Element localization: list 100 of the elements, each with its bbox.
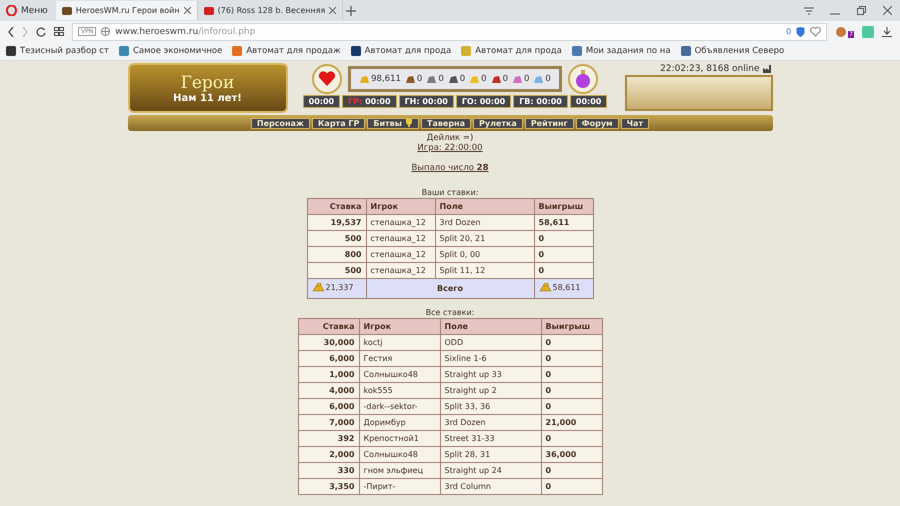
timer: 00:00 <box>302 95 340 108</box>
resource-amount: 0 <box>438 74 444 84</box>
table-cell: 392 <box>298 430 359 446</box>
table-cell: 36,000 <box>541 446 602 462</box>
resource-amount: 98,611 <box>371 74 401 84</box>
bookmark[interactable]: Автомат для продаж <box>232 46 341 56</box>
logo-title: Герои <box>180 72 234 92</box>
nav-button[interactable]: Таверна <box>420 118 471 128</box>
table-cell: 0 <box>541 366 602 382</box>
bookmark-icon <box>680 46 691 56</box>
resource-icon <box>533 74 544 84</box>
total-bet: 21,337 <box>326 282 354 294</box>
speed-dial-icon[interactable] <box>54 27 64 36</box>
table-cell: 4,000 <box>298 382 359 398</box>
blocked-count: 0 <box>786 27 792 36</box>
resource-amount: 0 <box>545 74 551 84</box>
nav-button[interactable]: Форум <box>576 118 619 128</box>
table-cell: 6,000 <box>298 350 359 366</box>
table-cell: Street 31-33 <box>440 430 541 446</box>
table-cell: 1,000 <box>298 366 359 382</box>
column-header: Игрок <box>366 198 435 214</box>
nav-button[interactable]: Битвы <box>367 118 419 128</box>
table-cell: 58,611 <box>534 214 593 230</box>
table-cell: степашка_12 <box>366 230 435 246</box>
close-icon[interactable] <box>882 6 892 15</box>
table-cell: 3rd Column <box>440 478 541 494</box>
nav-button[interactable]: Чат <box>620 118 650 128</box>
table-cell: 3rd Dozen <box>440 414 541 430</box>
timer: ГР: 00:00 <box>342 95 397 108</box>
health-button[interactable] <box>312 64 342 94</box>
bookmark-icon <box>572 46 582 56</box>
result-text: Выпало число 28 <box>411 163 489 173</box>
game-link[interactable]: Игра: 22:00:00 <box>417 143 483 153</box>
bookmark[interactable]: Самое экономичное <box>118 46 222 56</box>
extension-icon[interactable] <box>835 26 848 38</box>
nav-button[interactable]: Карта ГР <box>312 118 366 128</box>
bookmark-icon <box>461 46 472 56</box>
resource-icon <box>448 74 459 84</box>
table-cell: Split 33, 36 <box>440 398 541 414</box>
browser-tab[interactable]: HeroesWM.ru Герои войн <box>56 1 198 20</box>
bookmark[interactable]: Объявления Северо <box>680 46 784 56</box>
nav-button[interactable]: Рейтинг <box>524 118 574 128</box>
back-icon[interactable] <box>8 26 14 36</box>
bookmark[interactable]: Автомат для прода <box>461 46 562 56</box>
game-logo[interactable]: Герои Нам 11 лет! <box>128 63 288 113</box>
table-cell: 30,000 <box>298 334 359 350</box>
daily-text: Дейлик =) <box>426 133 474 143</box>
bookmark[interactable]: Автомат для прода <box>350 46 452 56</box>
bookmark[interactable]: Мои задания по на <box>572 46 671 56</box>
mana-button[interactable] <box>568 64 598 94</box>
ingot-pile-icon <box>538 283 552 292</box>
column-header: Игрок <box>359 318 440 334</box>
download-icon[interactable] <box>882 26 892 36</box>
table-cell: 0 <box>541 350 602 366</box>
table-cell: Split 20, 21 <box>435 230 534 246</box>
table-cell: Доримбур <box>359 414 440 430</box>
table-cell: 330 <box>298 462 359 478</box>
resource-amount: 0 <box>481 74 487 84</box>
reload-icon[interactable] <box>36 26 46 36</box>
restore-icon[interactable] <box>856 6 866 15</box>
resource-icon <box>404 74 416 84</box>
table-cell: 6,000 <box>298 398 359 414</box>
tab-menu-icon[interactable] <box>804 6 814 14</box>
table-cell: -Пирит- <box>359 478 440 494</box>
table-cell: 0 <box>534 230 593 246</box>
browser-tab[interactable]: (76) Ross 128 b. Весенняя <box>198 1 344 20</box>
table-cell: 500 <box>307 230 366 246</box>
table-cell: степашка_12 <box>366 246 435 262</box>
menu-button[interactable]: Меню <box>0 0 56 21</box>
table-cell: 2,000 <box>298 446 359 462</box>
table-cell: Всего <box>366 278 534 298</box>
nav-button[interactable]: Персонаж <box>250 118 310 128</box>
bookmark-icon <box>6 46 16 56</box>
table-cell: 3,350 <box>298 478 359 494</box>
nav-button[interactable]: Рулетка <box>472 118 523 128</box>
table-cell: 0 <box>534 246 593 262</box>
factory-icon <box>762 65 772 73</box>
shield-icon[interactable] <box>796 26 806 36</box>
table-cell: 0 <box>541 462 602 478</box>
browser-logo-icon <box>6 5 17 16</box>
close-icon[interactable] <box>184 7 191 14</box>
heart-icon[interactable] <box>810 26 822 36</box>
ingot-pile-icon <box>312 283 324 292</box>
resource-amount: 0 <box>502 74 508 84</box>
table-cell: гном эльфиец <box>359 462 440 478</box>
table-cell: степашка_12 <box>366 262 435 278</box>
table-cell: -dark--sektor- <box>359 398 440 414</box>
table-cell: 3rd Dozen <box>435 214 534 230</box>
close-icon[interactable] <box>329 7 336 14</box>
column-header: Поле <box>440 318 541 334</box>
timer: ГН: 00:00 <box>398 95 454 108</box>
bookmark[interactable]: Тезисный разбор ст <box>6 46 109 56</box>
table-cell: Sixline 1-6 <box>440 350 541 366</box>
table-cell: Гестия <box>359 350 440 366</box>
table-cell: Split 0, 00 <box>435 246 534 262</box>
column-header: Ставка <box>307 198 366 214</box>
table-cell: 0 <box>541 334 602 350</box>
resource-icon <box>426 74 438 84</box>
table-cell: 19,537 <box>307 214 366 230</box>
bookmark-icon <box>118 46 129 56</box>
